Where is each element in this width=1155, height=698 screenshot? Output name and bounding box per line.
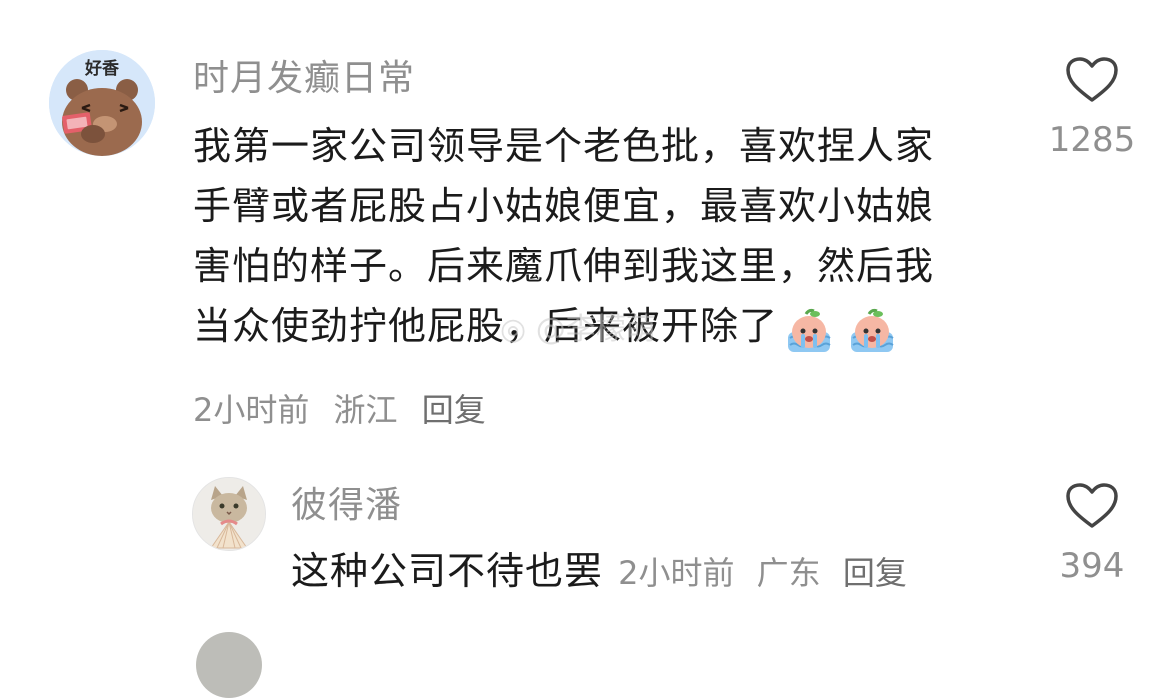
comment-text-line: 我第一家公司领导是个老色批，喜欢捏人家 bbox=[193, 124, 935, 168]
reply-like-group: 394 bbox=[1032, 482, 1152, 588]
comment-text: 我第一家公司领导是个老色批，喜欢捏人家 手臂或者屁股占小姑娘便宜，最喜欢小姑娘 … bbox=[193, 116, 1013, 359]
reply-text: 这种公司不待也罢 bbox=[291, 549, 604, 593]
avatar-label: 好香 bbox=[84, 58, 119, 79]
user-avatar[interactable]: 好香 bbox=[49, 50, 155, 156]
reply-username[interactable]: 彼得潘 bbox=[291, 482, 402, 530]
reply-time: 2小时前 bbox=[618, 554, 735, 592]
next-comment-avatar[interactable] bbox=[196, 632, 262, 698]
reply-content-line: 这种公司不待也罢 2小时前 广东 回复 bbox=[291, 546, 919, 596]
comment-time: 2小时前 bbox=[193, 391, 310, 429]
like-count: 1285 bbox=[1048, 120, 1136, 160]
reply-meta: 2小时前 广东 回复 bbox=[618, 554, 919, 592]
comment-text-line: 害怕的样子。后来魔爪伸到我这里，然后我 bbox=[193, 244, 935, 288]
reply-user-avatar[interactable] bbox=[192, 477, 266, 551]
comment-username[interactable]: 时月发癫日常 bbox=[193, 54, 415, 104]
reply-like-count: 394 bbox=[1059, 546, 1125, 586]
comment-text-line: 手臂或者屁股占小姑娘便宜，最喜欢小姑娘 bbox=[193, 184, 935, 228]
bear-money-avatar-image: 好香 bbox=[49, 50, 155, 156]
crying-peach-icon bbox=[851, 308, 894, 352]
heart-outline-icon[interactable] bbox=[1065, 482, 1119, 530]
comment-meta: 2小时前 浙江 回复 bbox=[193, 388, 500, 432]
like-group: 1285 bbox=[1032, 56, 1152, 162]
comment-location: 浙江 bbox=[333, 391, 398, 429]
reply-location: 广东 bbox=[756, 554, 821, 592]
crying-peach-emoji-group bbox=[784, 299, 897, 359]
reply-button[interactable]: 回复 bbox=[422, 391, 486, 429]
cat-fan-avatar-image bbox=[193, 478, 265, 550]
comment-text-line: 当众使劲拧他屁股，后来被开除了 bbox=[193, 304, 779, 348]
heart-outline-icon[interactable] bbox=[1065, 56, 1119, 104]
reply-reply-button[interactable]: 回复 bbox=[843, 554, 907, 592]
crying-peach-icon bbox=[788, 308, 831, 352]
comment-text-line-last: 当众使劲拧他屁股，后来被开除了 bbox=[193, 296, 1013, 359]
